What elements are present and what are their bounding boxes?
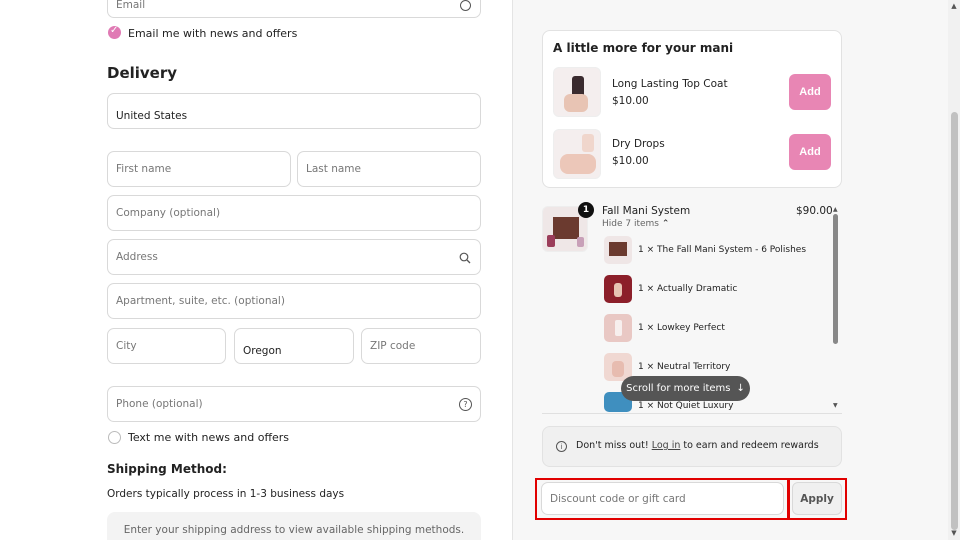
- arrow-down-icon: ↓: [736, 383, 745, 394]
- top-coat-image: [553, 67, 601, 117]
- rewards-suffix: to earn and redeem rewards: [680, 440, 819, 451]
- state-value: Oregon: [243, 345, 282, 357]
- apartment-placeholder: Apartment, suite, etc. (optional): [116, 295, 285, 307]
- page-scrollbar[interactable]: ▲ ▼: [948, 0, 960, 540]
- line-item-text: 1 × The Fall Mani System - 6 Polishes: [638, 245, 807, 255]
- log-in-link[interactable]: Log in: [652, 440, 681, 451]
- order-item-name: Fall Mani System: [602, 205, 691, 217]
- city-placeholder: City: [116, 340, 137, 352]
- help-icon[interactable]: ?: [459, 398, 472, 411]
- company-field[interactable]: Company (optional): [107, 195, 481, 231]
- shipping-note: Orders typically process in 1-3 business…: [107, 488, 345, 500]
- last-name-placeholder: Last name: [306, 163, 361, 175]
- hide-items-toggle[interactable]: Hide 7 items ⌃: [602, 219, 669, 229]
- upsell-item-name: Long Lasting Top Coat: [612, 78, 728, 90]
- line-item-text: 1 × Not Quiet Luxury: [638, 401, 734, 411]
- email-placeholder: Email: [116, 0, 146, 11]
- state-select[interactable]: Oregon: [234, 328, 354, 364]
- shipping-methods-box: Enter your shipping address to view avai…: [107, 512, 481, 540]
- email-field[interactable]: Email: [107, 0, 481, 18]
- upsell-item-name: Dry Drops: [612, 138, 665, 150]
- email-offers-label: Email me with news and offers: [128, 27, 298, 40]
- text-offers-checkbox[interactable]: [108, 431, 121, 444]
- country-value: United States: [116, 110, 188, 122]
- rewards-text: Don't miss out! Log in to earn and redee…: [576, 440, 819, 451]
- phone-placeholder: Phone (optional): [116, 398, 203, 410]
- discount-placeholder: Discount code or gift card: [550, 492, 686, 505]
- upsell-item-price: $10.00: [612, 95, 649, 107]
- city-field[interactable]: City: [107, 328, 226, 364]
- dry-drops-image: [553, 129, 601, 179]
- info-icon: i: [556, 441, 567, 452]
- line-item-text: 1 × Lowkey Perfect: [638, 323, 725, 333]
- address-field[interactable]: Address: [107, 239, 481, 275]
- hide-items-label: Hide 7 items: [602, 219, 659, 229]
- line-item-image: [604, 236, 632, 264]
- upsell-title: A little more for your mani: [553, 41, 734, 55]
- line-item-image: [604, 275, 632, 303]
- quantity-badge: 1: [578, 202, 594, 218]
- discount-input[interactable]: Discount code or gift card: [541, 482, 784, 515]
- scroll-up-arrow[interactable]: ▲: [950, 2, 958, 10]
- divider: [542, 413, 842, 414]
- info-icon: [460, 0, 471, 11]
- zip-placeholder: ZIP code: [370, 340, 416, 352]
- scrollbar-thumb[interactable]: [951, 112, 958, 530]
- checkout-form: Email Email me with news and offers Deli…: [0, 0, 512, 540]
- company-placeholder: Company (optional): [116, 207, 221, 219]
- shipping-placeholder: Enter your shipping address to view avai…: [123, 524, 465, 536]
- add-top-coat-button[interactable]: Add: [789, 74, 831, 110]
- apply-button[interactable]: Apply: [792, 482, 842, 515]
- zip-field[interactable]: ZIP code: [361, 328, 481, 364]
- first-name-placeholder: First name: [116, 163, 172, 175]
- item-list-scrollbar[interactable]: ▲ ▼: [833, 206, 839, 409]
- phone-field[interactable]: Phone (optional) ?: [107, 386, 481, 422]
- order-item-price: $90.00: [796, 205, 833, 217]
- upsell-item-price: $10.00: [612, 155, 649, 167]
- shipping-heading: Shipping Method:: [107, 462, 227, 476]
- scroll-hint-label: Scroll for more items: [626, 383, 731, 394]
- chevron-up-icon: ⌃: [661, 219, 670, 229]
- last-name-field[interactable]: Last name: [297, 151, 481, 187]
- line-item-text: 1 × Neutral Territory: [638, 362, 731, 372]
- apartment-field[interactable]: Apartment, suite, etc. (optional): [107, 283, 481, 319]
- first-name-field[interactable]: First name: [107, 151, 291, 187]
- line-item-text: 1 × Actually Dramatic: [638, 284, 738, 294]
- text-offers-label: Text me with news and offers: [128, 431, 290, 444]
- add-dry-drops-button[interactable]: Add: [789, 134, 831, 170]
- scroll-hint-pill[interactable]: Scroll for more items ↓: [621, 376, 750, 401]
- search-icon: [459, 252, 471, 264]
- country-select[interactable]: United States: [107, 93, 481, 129]
- scroll-down-arrow[interactable]: ▼: [950, 529, 958, 537]
- delivery-heading: Delivery: [107, 64, 178, 82]
- email-offers-checkbox[interactable]: [108, 25, 121, 39]
- rewards-prefix: Don't miss out!: [576, 440, 652, 451]
- line-item-image: [604, 314, 632, 342]
- address-placeholder: Address: [116, 251, 158, 263]
